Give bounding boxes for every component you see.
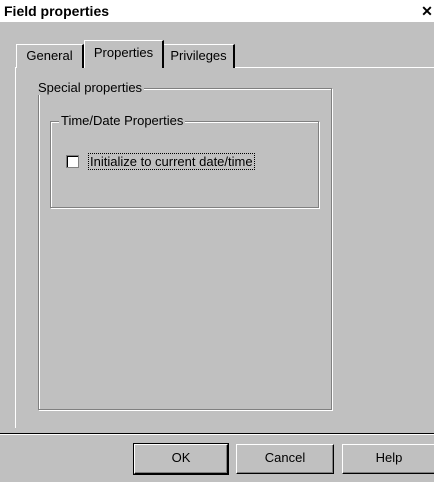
help-button[interactable]: Help — [342, 444, 434, 474]
tab-privileges[interactable]: Privileges — [163, 44, 235, 68]
field-properties-dialog: Field properties ✕ General Properties Pr… — [0, 0, 434, 482]
close-icon[interactable]: ✕ — [419, 3, 434, 19]
tab-properties[interactable]: Properties — [84, 40, 164, 68]
time-date-properties-label: Time/Date Properties — [59, 113, 186, 128]
initialize-date-checkbox[interactable] — [66, 155, 79, 168]
title-bar: Field properties ✕ — [0, 0, 434, 22]
cancel-button[interactable]: Cancel — [236, 444, 334, 474]
tab-general[interactable]: General — [16, 44, 84, 68]
button-separator — [0, 433, 434, 435]
window-title: Field properties — [4, 3, 110, 19]
initialize-date-label[interactable]: Initialize to current date/time — [88, 153, 255, 170]
ok-button[interactable]: OK — [133, 443, 229, 475]
special-properties-label: Special properties — [36, 80, 145, 95]
